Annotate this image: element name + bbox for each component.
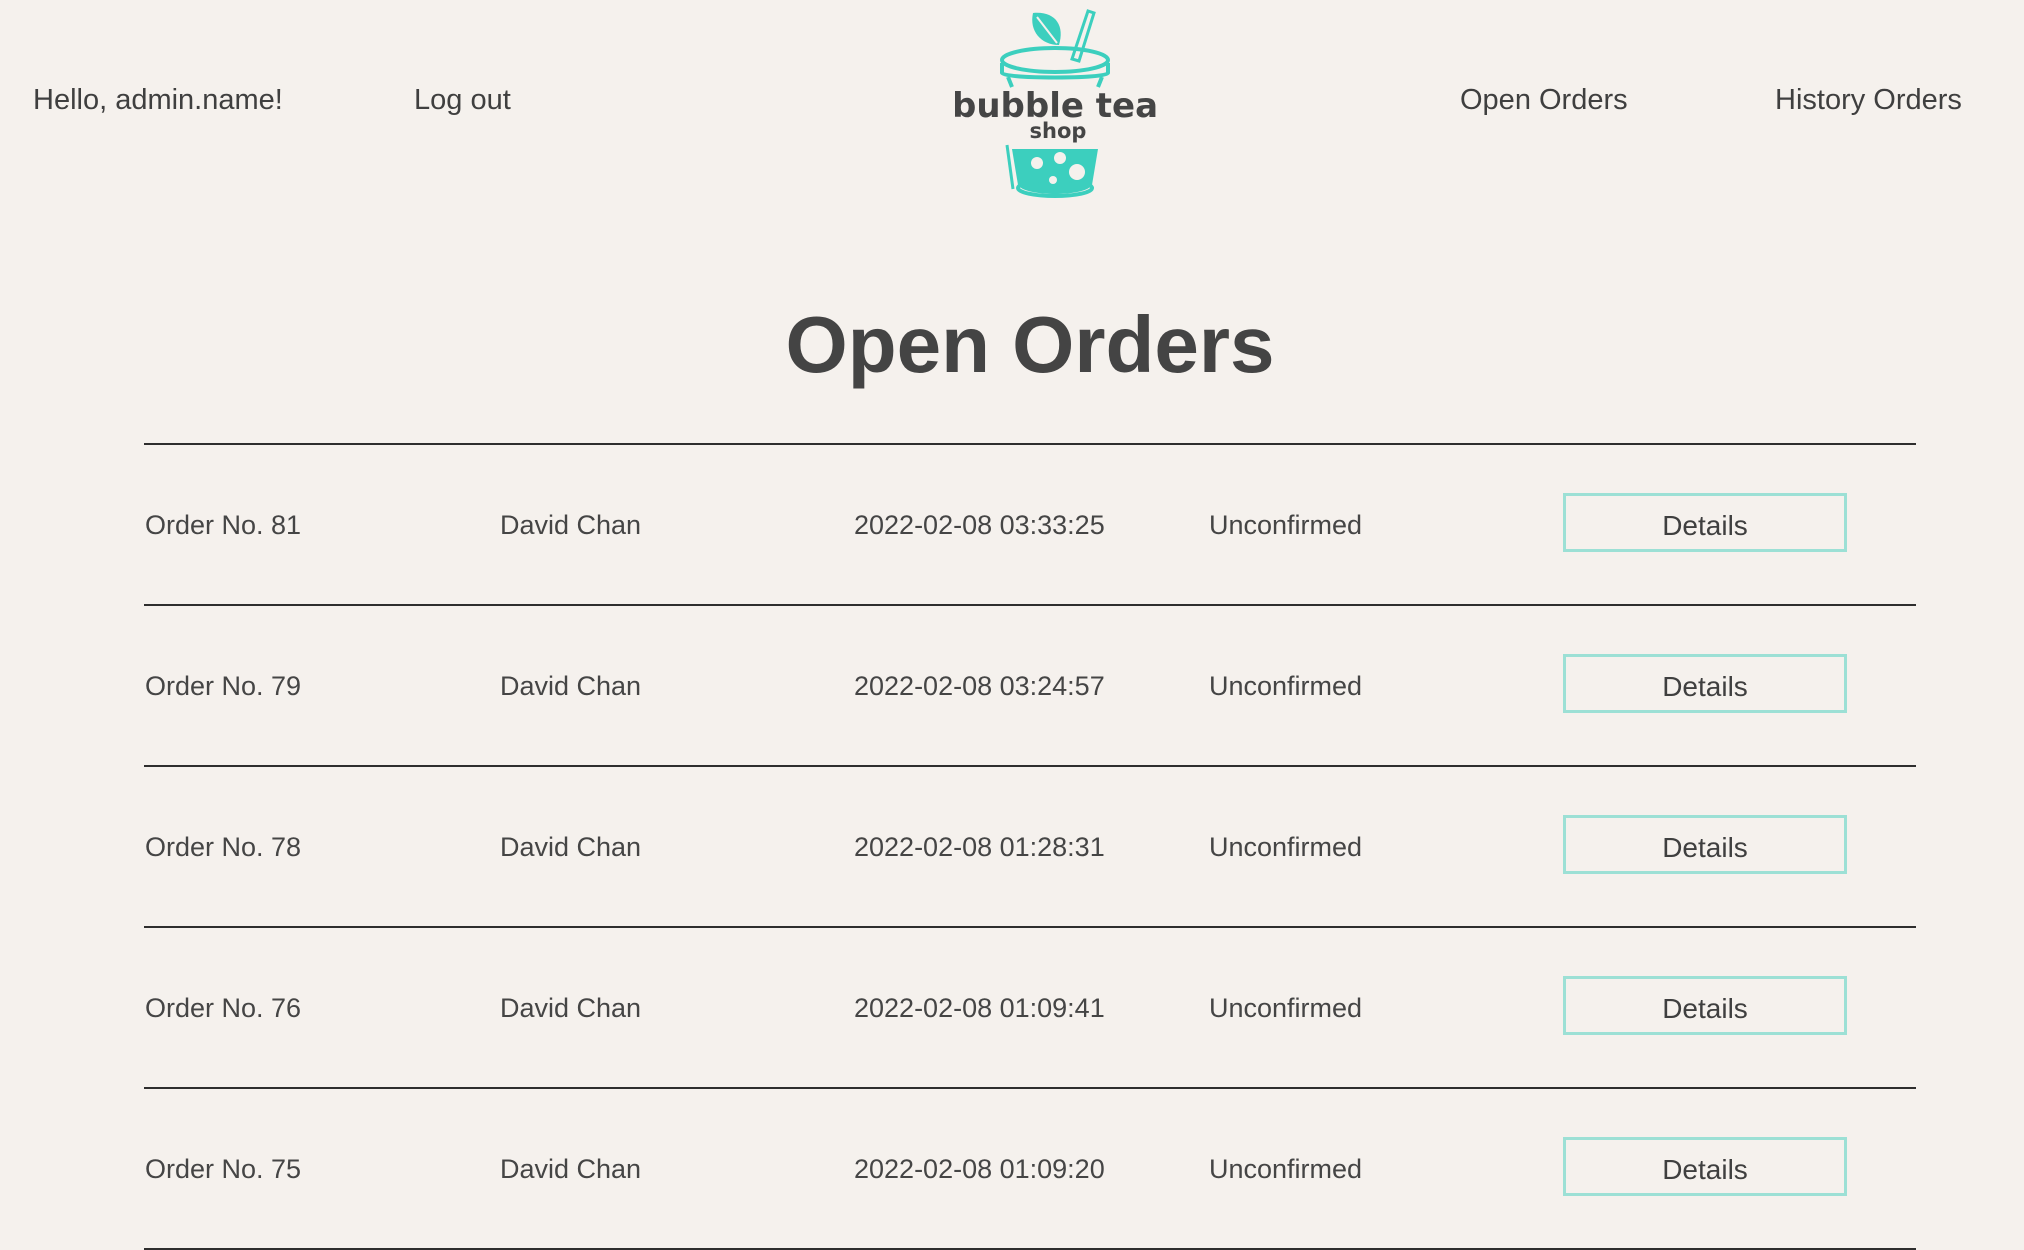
order-datetime: 2022-02-08 01:09:20	[854, 1154, 1105, 1184]
logo-graphic: bubble tea shop	[955, 9, 1158, 198]
order-status: Unconfirmed	[1209, 832, 1363, 862]
details-button[interactable]: Details	[1563, 815, 1847, 874]
order-number: Order No. 78	[145, 832, 302, 862]
order-datetime: 2022-02-08 01:09:41	[854, 993, 1105, 1023]
nav-history-orders[interactable]: History Orders	[1775, 78, 1962, 122]
table-row: Order No. 78 David Chan 2022-02-08 01:28…	[144, 765, 1916, 926]
table-row: Order No. 76 David Chan 2022-02-08 01:09…	[144, 926, 1916, 1087]
customer-name: David Chan	[500, 832, 642, 862]
details-button[interactable]: Details	[1563, 493, 1847, 552]
customer-name: David Chan	[500, 1154, 642, 1184]
nav-open-orders[interactable]: Open Orders	[1460, 78, 1628, 122]
customer-name: David Chan	[500, 510, 642, 540]
order-status: Unconfirmed	[1209, 510, 1363, 540]
logout-link[interactable]: Log out	[414, 78, 511, 122]
page-title: Open Orders	[785, 300, 1275, 389]
greeting-text: Hello, admin.name!	[33, 84, 283, 116]
table-row: Order No. 79 David Chan 2022-02-08 03:24…	[144, 604, 1916, 765]
logo-subtitle: shop	[1030, 119, 1087, 143]
table-row: Order No. 75 David Chan 2022-02-08 01:09…	[144, 1087, 1916, 1250]
order-status: Unconfirmed	[1209, 993, 1363, 1023]
orders-table: Order No. 81 David Chan 2022-02-08 03:33…	[144, 443, 1916, 1250]
customer-name: David Chan	[500, 993, 642, 1023]
details-button[interactable]: Details	[1563, 1137, 1847, 1196]
order-number: Order No. 76	[145, 993, 302, 1023]
order-status: Unconfirmed	[1209, 671, 1363, 701]
order-number: Order No. 79	[145, 671, 302, 701]
details-button[interactable]: Details	[1563, 976, 1847, 1035]
details-button[interactable]: Details	[1563, 654, 1847, 713]
order-datetime: 2022-02-08 01:28:31	[854, 832, 1105, 862]
order-datetime: 2022-02-08 03:33:25	[854, 510, 1105, 540]
order-number: Order No. 75	[145, 1154, 302, 1184]
order-status: Unconfirmed	[1209, 1154, 1363, 1184]
straw-icon	[1070, 9, 1096, 63]
order-number: Order No. 81	[145, 510, 302, 540]
customer-name: David Chan	[500, 671, 642, 701]
site-header: Hello, admin.name! Log out bubble tea sh…	[0, 0, 2024, 200]
table-row: Order No. 81 David Chan 2022-02-08 03:33…	[144, 443, 1916, 604]
bubble-tea-shop-logo[interactable]: bubble tea shop	[955, 5, 1205, 200]
order-datetime: 2022-02-08 03:24:57	[854, 671, 1105, 701]
